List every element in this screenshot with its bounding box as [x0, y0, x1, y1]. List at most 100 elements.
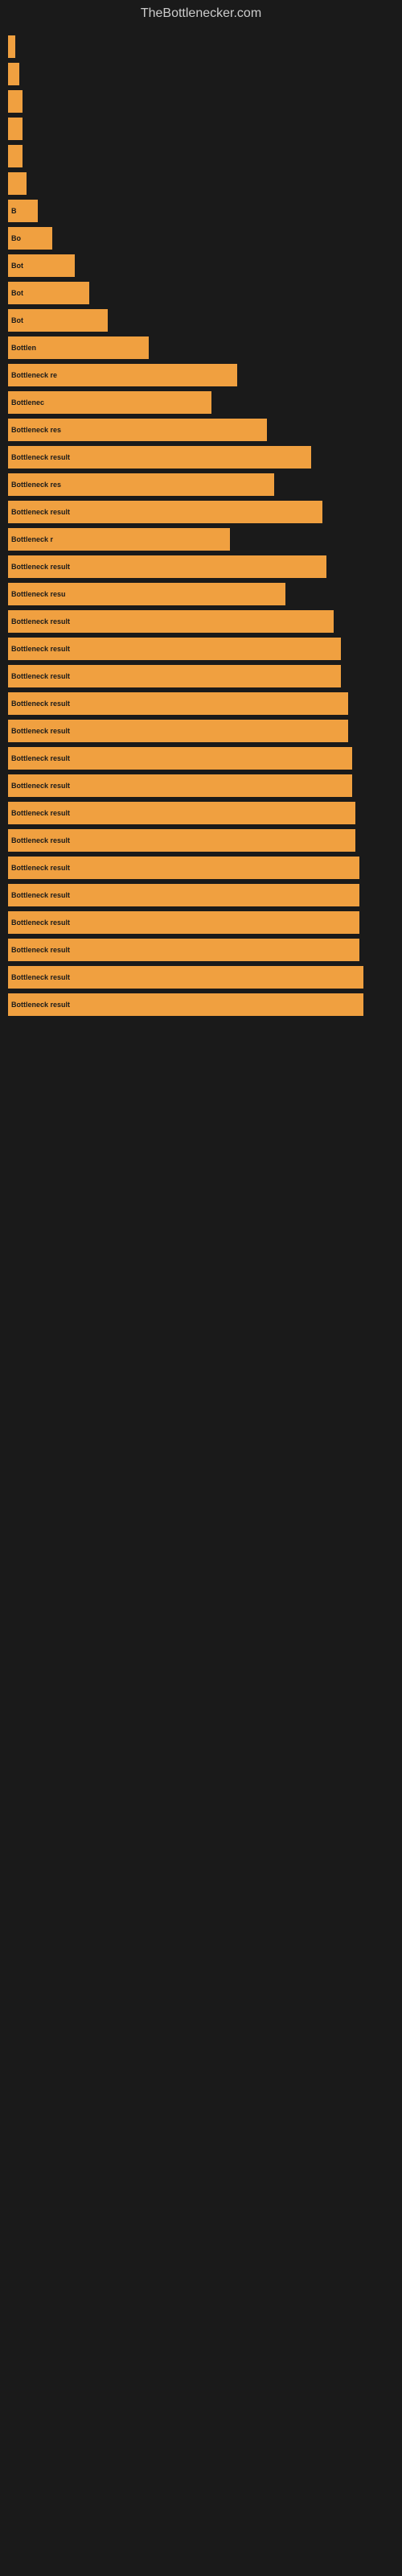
bar-row: Bottleneck result [0, 774, 402, 797]
bar-fill: B [8, 200, 38, 222]
bar-fill: Bottleneck res [8, 419, 267, 441]
bar-fill: Bottleneck result [8, 638, 341, 660]
bar-fill: Bottleneck result [8, 939, 359, 961]
bar-row [0, 63, 402, 85]
bar-label: Bottlen [11, 344, 36, 352]
bar-label: Bottleneck result [11, 836, 70, 844]
bar-fill: Bottleneck result [8, 993, 363, 1016]
bar-fill: Bottleneck resu [8, 583, 285, 605]
bar-row: Bottleneck result [0, 446, 402, 469]
bar-fill: Bo [8, 227, 52, 250]
bar-label: Bottleneck res [11, 426, 61, 434]
bar-label: Bottleneck result [11, 727, 70, 735]
bar-row: Bottleneck result [0, 747, 402, 770]
bar-fill: Bottleneck result [8, 446, 311, 469]
bar-row: Bottleneck resu [0, 583, 402, 605]
bar-label: Bottleneck result [11, 809, 70, 817]
bar-fill: Bot [8, 309, 108, 332]
bar-label: Bo [11, 234, 21, 242]
bar-label: Bottleneck result [11, 1001, 70, 1009]
bar-row: Bo [0, 227, 402, 250]
bar-fill: Bottleneck result [8, 857, 359, 879]
bar-row: Bottleneck r [0, 528, 402, 551]
bar-row: Bottleneck re [0, 364, 402, 386]
bar-row [0, 90, 402, 113]
bar-row: Bottlenec [0, 391, 402, 414]
chart-container: B Bo Bot Bot Bot Bottlen Bottleneck re Bottlene… [0, 27, 402, 1016]
bar-fill: Bottleneck result [8, 884, 359, 906]
bar-label: Bot [11, 316, 23, 324]
bar-label: Bottleneck result [11, 864, 70, 872]
bar-row: Bottleneck result [0, 665, 402, 687]
bar-label: Bottleneck result [11, 754, 70, 762]
bar-row: Bottleneck result [0, 802, 402, 824]
bar-row: Bot [0, 309, 402, 332]
bar-fill [8, 118, 23, 140]
bar-fill: Bot [8, 254, 75, 277]
bar-label: Bottleneck res [11, 481, 61, 489]
bar-fill: Bottleneck result [8, 610, 334, 633]
bar-row [0, 172, 402, 195]
bar-fill: Bottleneck result [8, 966, 363, 989]
bar-fill [8, 172, 27, 195]
bar-fill: Bottleneck result [8, 665, 341, 687]
bar-label: Bottleneck r [11, 535, 53, 543]
bar-row: B [0, 200, 402, 222]
bar-row: Bot [0, 282, 402, 304]
bar-row: Bottleneck result [0, 884, 402, 906]
bar-fill [8, 35, 15, 58]
bar-fill: Bottleneck res [8, 473, 274, 496]
bar-fill: Bottleneck result [8, 501, 322, 523]
bar-fill: Bot [8, 282, 89, 304]
bar-row: Bottlen [0, 336, 402, 359]
bar-label: Bottleneck result [11, 782, 70, 790]
bar-fill [8, 63, 19, 85]
bar-fill: Bottleneck result [8, 692, 348, 715]
bar-row: Bottleneck result [0, 610, 402, 633]
bar-label: Bottleneck result [11, 508, 70, 516]
bar-row: Bot [0, 254, 402, 277]
bar-row: Bottleneck result [0, 720, 402, 742]
bar-row [0, 35, 402, 58]
site-title: TheBottlenecker.com [0, 0, 402, 27]
bar-fill: Bottleneck result [8, 911, 359, 934]
bar-label: Bottleneck result [11, 563, 70, 571]
bar-label: Bottleneck result [11, 919, 70, 927]
bar-label: Bottleneck result [11, 617, 70, 625]
bar-fill [8, 90, 23, 113]
bar-row: Bottleneck result [0, 966, 402, 989]
bar-row: Bottleneck result [0, 692, 402, 715]
bar-row: Bottleneck result [0, 829, 402, 852]
bar-fill: Bottleneck result [8, 802, 355, 824]
bar-label: Bot [11, 262, 23, 270]
bar-fill: Bottlenec [8, 391, 211, 414]
bar-fill: Bottleneck result [8, 720, 348, 742]
bar-label: Bottleneck re [11, 371, 57, 379]
bar-label: Bottleneck result [11, 891, 70, 899]
bar-label: B [11, 207, 17, 215]
bar-row: Bottleneck result [0, 555, 402, 578]
bar-row: Bottleneck res [0, 419, 402, 441]
bar-row [0, 118, 402, 140]
bar-label: Bottleneck result [11, 700, 70, 708]
bar-row: Bottleneck result [0, 638, 402, 660]
bar-fill: Bottleneck result [8, 555, 326, 578]
bar-label: Bottleneck resu [11, 590, 66, 598]
bar-fill [8, 145, 23, 167]
bar-row: Bottleneck result [0, 911, 402, 934]
bar-label: Bottleneck result [11, 946, 70, 954]
bar-label: Bottlenec [11, 398, 44, 407]
bar-row: Bottleneck result [0, 501, 402, 523]
bar-row [0, 145, 402, 167]
bar-label: Bottleneck result [11, 973, 70, 981]
bar-fill: Bottleneck result [8, 774, 352, 797]
bar-fill: Bottleneck result [8, 829, 355, 852]
bar-label: Bottleneck result [11, 453, 70, 461]
bar-fill: Bottleneck result [8, 747, 352, 770]
bar-fill: Bottleneck re [8, 364, 237, 386]
bar-row: Bottleneck result [0, 857, 402, 879]
bar-fill: Bottlen [8, 336, 149, 359]
bar-label: Bot [11, 289, 23, 297]
bar-row: Bottleneck res [0, 473, 402, 496]
bar-label: Bottleneck result [11, 645, 70, 653]
